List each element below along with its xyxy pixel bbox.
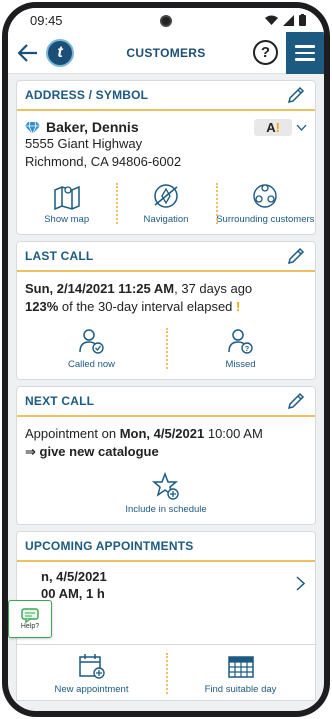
status-icons	[265, 14, 306, 26]
last-call-ago: , 37 days ago	[174, 281, 253, 296]
diamond-icon	[25, 121, 40, 134]
edit-next-call-pencil-icon[interactable]	[287, 392, 305, 410]
show-map-label: Show map	[44, 214, 90, 225]
person-check-icon	[78, 329, 104, 354]
help-fab[interactable]: Help?	[8, 600, 52, 638]
interval-percent: 123%	[25, 299, 59, 314]
next-call-title: NEXT CALL	[25, 394, 95, 408]
app-logo: t	[46, 38, 74, 67]
appointment-time: 00 AM, 1 h	[41, 586, 105, 601]
logo-letter: t	[57, 43, 63, 61]
help-glyph: ?	[260, 44, 271, 61]
called-now-button[interactable]: Called now	[17, 326, 166, 371]
map-icon	[53, 185, 80, 211]
chevron-down-icon[interactable]	[296, 122, 307, 134]
help-fab-label: Help?	[20, 623, 40, 630]
appointment-list-item[interactable]: n, 4/5/2021 00 AM, 1 h	[17, 562, 315, 608]
address-card-title: ADDRESS / SYMBOL	[25, 88, 149, 102]
screen: 09:45 t CUSTOMERS ? ADDRESS / SYMBOL Bak…	[8, 8, 324, 711]
calendar-plus-icon	[78, 654, 105, 679]
called-now-label: Called now	[68, 359, 115, 370]
last-call-header: LAST CALL	[17, 242, 315, 272]
address-block: Baker, Dennis 5555 Giant Highway Richmon…	[17, 111, 315, 175]
battery-icon	[299, 14, 306, 26]
hamburger-menu-icon[interactable]	[286, 32, 324, 74]
compass-icon	[154, 184, 178, 208]
surrounding-customers-label: Surrounding customers	[216, 214, 315, 225]
address-actions: Show map Navigation Surrounding customer…	[17, 175, 315, 234]
appointment-actions-bar: New appointment Find suitable day	[16, 644, 316, 701]
rating-value: A	[266, 120, 276, 135]
star-plus-icon	[151, 471, 179, 500]
last-call-date-line: Sun, 2/14/2021 11:25 AM, 37 days ago	[25, 280, 307, 298]
rating-mark: !	[275, 120, 280, 135]
chevron-right-icon[interactable]	[296, 576, 306, 594]
interval-text: of the 30-day interval elapsed	[58, 299, 237, 314]
next-call-header: NEXT CALL	[17, 387, 315, 417]
navigation-label: Navigation	[143, 214, 189, 225]
include-in-schedule-button[interactable]: Include in schedule	[17, 471, 315, 516]
calendar-grid-icon	[227, 656, 254, 678]
next-call-date: Mon, 4/5/2021	[119, 426, 205, 441]
next-call-prefix: Appointment on	[25, 426, 120, 441]
upcoming-appointments-title: UPCOMING APPOINTMENTS	[25, 539, 194, 553]
person-question-icon: ?	[227, 329, 253, 354]
last-call-date: Sun, 2/14/2021 11:25 AM	[25, 281, 175, 296]
last-call-card: LAST CALL Sun, 2/14/2021 11:25 AM, 37 da…	[16, 241, 316, 380]
include-in-schedule-label: Include in schedule	[125, 504, 207, 515]
next-call-details: Appointment on Mon, 4/5/2021 10:00 AM ⇒ …	[17, 417, 315, 465]
address-card: ADDRESS / SYMBOL Baker, Dennis 5555 Gian…	[16, 80, 316, 235]
camera-notch	[160, 15, 172, 27]
people-group-icon	[253, 184, 278, 208]
address-card-header: ADDRESS / SYMBOL	[17, 81, 315, 111]
new-appointment-label: New appointment	[54, 684, 129, 695]
help-icon[interactable]: ?	[253, 40, 278, 65]
missed-label: Missed	[225, 359, 256, 370]
last-call-details: Sun, 2/14/2021 11:25 AM, 37 days ago 123…	[17, 272, 315, 320]
missed-button[interactable]: ? Missed	[166, 326, 315, 371]
find-suitable-day-label: Find suitable day	[204, 684, 277, 695]
next-call-actions: Include in schedule	[17, 465, 315, 524]
wifi-icon	[265, 15, 278, 25]
app-bar: t CUSTOMERS ?	[8, 32, 324, 74]
customer-name: Baker, Dennis	[46, 119, 139, 135]
next-call-date-line: Appointment on Mon, 4/5/2021 10:00 AM	[25, 425, 307, 443]
next-call-arrow: ⇒	[25, 444, 40, 459]
warning-mark: !	[236, 299, 241, 314]
city-address: Richmond, CA 94806-6002	[25, 154, 182, 169]
navigation-button[interactable]: Navigation	[116, 181, 215, 226]
edit-address-pencil-icon[interactable]	[287, 86, 305, 104]
upcoming-appointments-header: UPCOMING APPOINTMENTS	[17, 532, 315, 562]
street-address: 5555 Giant Highway	[25, 136, 143, 151]
signal-icon	[283, 14, 294, 26]
appointment-date: n, 4/5/2021	[41, 569, 107, 584]
next-call-time: 10:00 AM	[204, 426, 263, 441]
next-call-task: give new catalogue	[39, 444, 159, 459]
find-suitable-day-button[interactable]: Find suitable day	[166, 651, 315, 696]
rating-badge: A!	[254, 119, 292, 136]
edit-last-call-pencil-icon[interactable]	[287, 247, 305, 265]
back-arrow-icon[interactable]	[10, 43, 46, 62]
last-call-title: LAST CALL	[25, 249, 94, 263]
svg-text:?: ?	[244, 346, 248, 353]
rating-selector[interactable]: A!	[254, 119, 307, 136]
next-call-task-line: ⇒ give new catalogue	[25, 443, 307, 461]
appointment-text: n, 4/5/2021 00 AM, 1 h	[41, 568, 107, 602]
interval-line: 123% of the 30-day interval elapsed !	[25, 298, 307, 316]
device-frame: 09:45 t CUSTOMERS ? ADDRESS / SYMBOL Bak…	[2, 2, 330, 717]
last-call-actions: Called now ? Missed	[17, 320, 315, 379]
chat-bubble-icon	[21, 608, 39, 623]
next-call-card: NEXT CALL Appointment on Mon, 4/5/2021 1…	[16, 386, 316, 525]
new-appointment-button[interactable]: New appointment	[17, 651, 166, 696]
show-map-button[interactable]: Show map	[17, 181, 116, 226]
surrounding-customers-button[interactable]: Surrounding customers	[215, 181, 315, 226]
status-time: 09:45	[30, 12, 63, 28]
main-content: ADDRESS / SYMBOL Baker, Dennis 5555 Gian…	[8, 80, 324, 691]
